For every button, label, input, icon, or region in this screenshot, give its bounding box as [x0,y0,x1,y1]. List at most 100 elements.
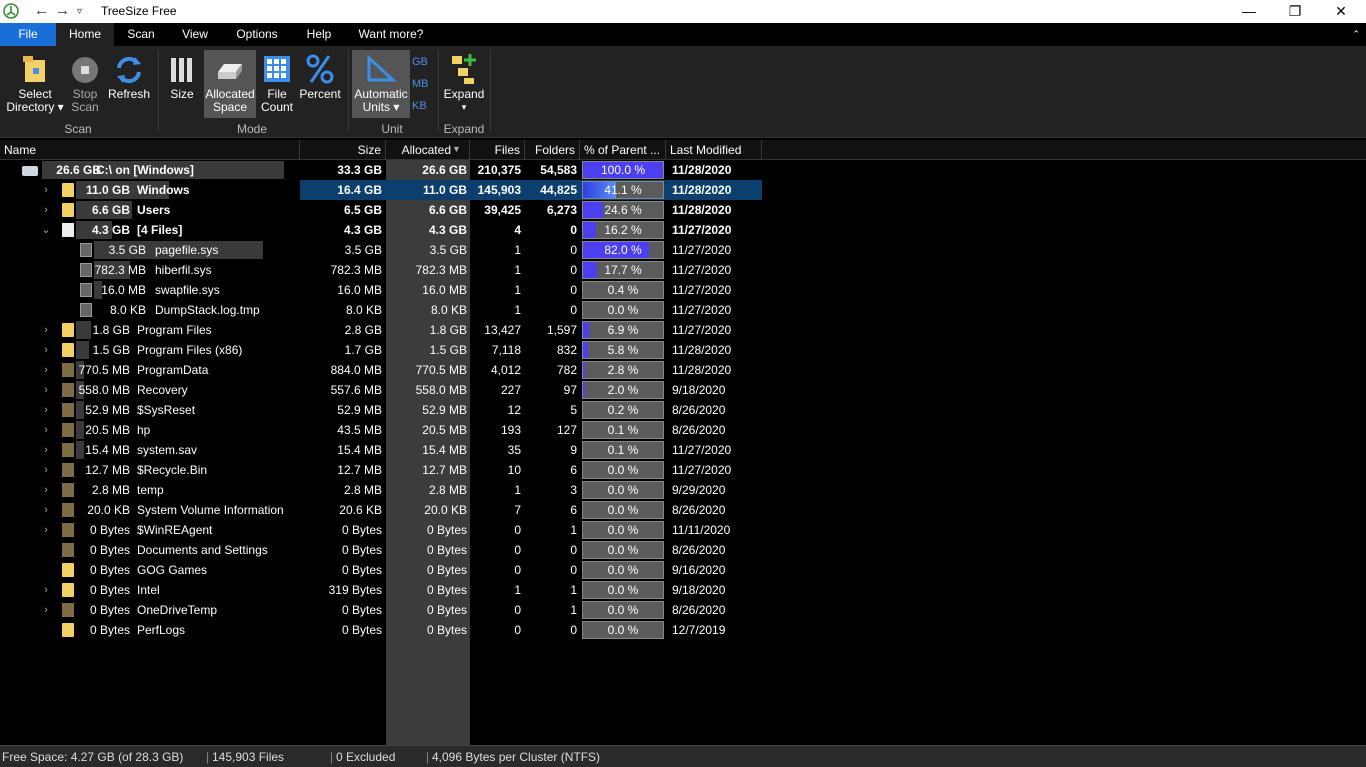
expand-toggle-icon[interactable]: › [40,200,52,220]
tree-row[interactable]: › 15.4 MB system.sav 15.4 MB 15.4 MB 35 9 0.1 … [0,440,1366,460]
forward-icon[interactable]: → [55,2,70,19]
column-last-modified[interactable]: Last Modified [666,140,762,160]
close-button[interactable]: ✕ [1318,0,1364,23]
tree-row[interactable]: 782.3 MB hiberfil.sys 782.3 MB 782.3 MB 1 0 1… [0,260,1366,280]
tree-row[interactable]: › 0 Bytes Intel 319 Bytes 0 Bytes 1 1 0.0 % 9/… [0,580,1366,600]
column-folders[interactable]: Folders [525,140,580,160]
expand-toggle-icon[interactable]: › [40,380,52,400]
tree-row[interactable]: › 1.5 GB Program Files (x86) 1.7 GB 1.5 GB 7,… [0,340,1366,360]
column-size[interactable]: Size [300,140,386,160]
tree-row[interactable]: › 12.7 MB $Recycle.Bin 12.7 MB 12.7 MB 10 6 0.… [0,460,1366,480]
row-folders: 0 [570,243,577,257]
stop-scan-button[interactable]: Stop Scan [66,50,104,118]
percent-bar: 0.0 % [582,581,664,599]
row-last-modified: 11/27/2020 [672,443,732,457]
collapse-ribbon-icon[interactable]: ⌃ [1352,29,1360,40]
directory-tree[interactable]: Name Size Allocated ▼ Files Folders % of… [0,140,1366,745]
file-count-mode-button[interactable]: File Count [258,50,296,118]
expand-toggle-icon[interactable]: › [40,320,52,340]
row-files: 193 [500,423,521,437]
expand-toggle-icon[interactable]: › [40,520,52,540]
row-size: 0 Bytes [341,563,382,577]
expand-toggle-icon[interactable]: › [40,420,52,440]
percent-bar: 2.8 % [582,361,664,379]
tree-row[interactable]: 3.5 GB pagefile.sys 3.5 GB 3.5 GB 1 0 82.0 % … [0,240,1366,260]
tree-row[interactable]: ⌄ 4.3 GB [4 Files] 4.3 GB 4.3 GB 4 0 16.2 % 11… [0,220,1366,240]
allocated-space-mode-button[interactable]: Allocated Space [204,50,256,118]
column-percent-of-parent[interactable]: % of Parent ... [580,140,666,160]
back-icon[interactable]: ← [34,2,49,19]
tab-help[interactable]: Help [292,23,346,46]
tree-row[interactable]: › 0 Bytes OneDriveTemp 0 Bytes 0 Bytes 0 1 0.0… [0,600,1366,620]
tab-scan[interactable]: Scan [114,23,168,46]
unit-mb-button[interactable]: MB [412,78,429,90]
expand-toggle-icon[interactable]: › [40,360,52,380]
row-files: 4 [514,223,521,237]
tab-want-more[interactable]: Want more? [346,23,436,46]
tree-row[interactable]: › 20.0 KB System Volume Information 20.6 KB… [0,500,1366,520]
ribbon-separator [158,50,159,132]
refresh-button[interactable]: Refresh [104,50,154,118]
row-last-modified: 11/28/2020 [672,183,732,197]
row-folders: 44,825 [540,183,577,197]
treesize-app-icon[interactable] [3,3,19,19]
unit-gb-button[interactable]: GB [412,56,428,68]
tab-home[interactable]: Home [56,23,114,46]
expand-toggle-icon[interactable]: › [40,440,52,460]
row-size: 4.3 GB [343,223,382,237]
column-files[interactable]: Files [470,140,525,160]
row-last-modified: 11/28/2020 [672,203,732,217]
tab-options[interactable]: Options [222,23,292,46]
tree-row[interactable]: › 52.9 MB $SysReset 52.9 MB 52.9 MB 12 5 0.2 %… [0,400,1366,420]
tree-row[interactable]: › 2.8 MB temp 2.8 MB 2.8 MB 1 3 0.0 % 9/29/202… [0,480,1366,500]
expand-toggle-icon[interactable]: ⌄ [40,220,52,240]
percent-bar: 24.6 % [582,201,664,219]
expand-toggle-icon[interactable]: › [40,500,52,520]
row-size: 884.0 MB [330,363,382,377]
row-percent-text: 0.0 % [607,523,639,537]
tree-row[interactable]: 8.0 KB DumpStack.log.tmp 8.0 KB 8.0 KB 1 0 0.… [0,300,1366,320]
expand-toggle-icon[interactable]: › [40,180,52,200]
row-allocated: 20.5 MB [422,423,467,437]
tree-row[interactable]: › 558.0 MB Recovery 557.6 MB 558.0 MB 227 97 2… [0,380,1366,400]
unit-kb-button[interactable]: KB [412,100,427,112]
tree-row[interactable]: › 1.8 GB Program Files 2.8 GB 1.8 GB 13,427 1,… [0,320,1366,340]
tree-row[interactable]: › 11.0 GB Windows 16.4 GB 11.0 GB 145,903 44,8… [0,180,1366,200]
expand-button[interactable]: Expand ▾ [442,50,486,118]
minimize-button[interactable]: — [1226,0,1272,23]
row-size: 1.7 GB [344,343,382,357]
quick-access-dropdown-icon[interactable]: ▿ [77,6,82,17]
percent-bar: 0.0 % [582,621,664,639]
tab-file[interactable]: File [0,23,56,46]
tree-row[interactable]: › 20.5 MB hp 43.5 MB 20.5 MB 193 127 0.1 % 8/2… [0,420,1366,440]
size-mode-button[interactable]: Size [162,50,202,118]
tree-row[interactable]: › 6.6 GB Users 6.5 GB 6.6 GB 39,425 6,273 24.6… [0,200,1366,220]
tree-row[interactable]: › 770.5 MB ProgramData 884.0 MB 770.5 MB 4,01… [0,360,1366,380]
maximize-button[interactable]: ❐ [1272,0,1318,23]
percent-icon [306,54,334,84]
tree-row[interactable]: 16.0 MB swapfile.sys 16.0 MB 16.0 MB 1 0 0.4 … [0,280,1366,300]
tree-row[interactable]: ⌄26.6 GBC:\ on [Windows]33.3 GB26.6 GB21… [0,160,1366,180]
percent-mode-button[interactable]: Percent [298,50,342,118]
row-name: temp [137,483,164,497]
tree-row[interactable]: 0 Bytes PerfLogs 0 Bytes 0 Bytes 0 0 0.0 % 12… [0,620,1366,640]
percent-bar: 100.0 % [582,161,664,179]
tree-row[interactable]: 0 Bytes Documents and Settings 0 Bytes 0 By… [0,540,1366,560]
tree-row[interactable]: 0 Bytes GOG Games 0 Bytes 0 Bytes 0 0 0.0 % 9… [0,560,1366,580]
row-files: 1 [514,283,521,297]
expand-toggle-icon[interactable]: › [40,580,52,600]
tab-view[interactable]: View [168,23,222,46]
stop-icon [72,57,98,83]
expand-toggle-icon[interactable]: › [40,480,52,500]
column-name[interactable]: Name [0,140,300,160]
automatic-units-button[interactable]: Automatic Units ▾ [352,50,410,118]
expand-toggle-icon[interactable]: › [40,460,52,480]
expand-toggle-icon[interactable]: › [40,400,52,420]
row-files: 7 [514,503,521,517]
row-size: 782.3 MB [330,263,382,277]
refresh-label: Refresh [107,87,151,101]
select-directory-button[interactable]: Select Directory ▾ [4,50,66,118]
tree-row[interactable]: › 0 Bytes $WinREAgent 0 Bytes 0 Bytes 0 1 0.0 … [0,520,1366,540]
expand-toggle-icon[interactable]: › [40,600,52,620]
expand-toggle-icon[interactable]: › [40,340,52,360]
